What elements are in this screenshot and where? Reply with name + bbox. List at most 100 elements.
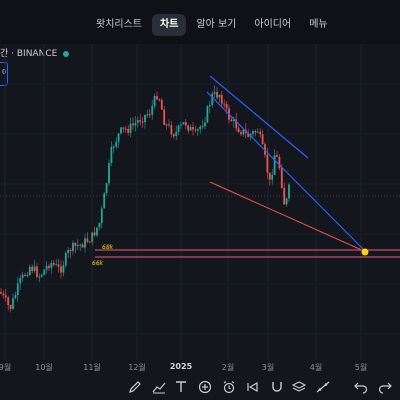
candle-body <box>81 244 84 248</box>
support-trendline <box>209 181 367 253</box>
candle-body <box>172 134 175 137</box>
chart-grid <box>0 44 400 360</box>
candle-body <box>285 198 288 205</box>
candle-body <box>134 122 137 126</box>
candle-body <box>88 241 91 243</box>
undo-icon[interactable] <box>352 378 370 396</box>
candle-body <box>139 120 142 122</box>
candle-body <box>72 242 74 252</box>
alarm-icon[interactable] <box>220 378 238 396</box>
candle-body <box>141 121 144 123</box>
candle-body <box>182 122 185 125</box>
candle-body <box>151 105 154 115</box>
tab-ideas[interactable]: 아이디어 <box>246 14 299 36</box>
annotation-upper: 68k <box>102 244 114 251</box>
candle-body <box>52 263 55 265</box>
candle-body <box>201 126 204 128</box>
candle-body <box>271 174 274 180</box>
time-axis-label: 11월 <box>83 363 101 372</box>
candle-body <box>158 99 161 101</box>
candle-body <box>86 238 89 242</box>
text-icon[interactable] <box>172 378 190 396</box>
candle-body <box>280 168 283 188</box>
layers-icon[interactable] <box>290 378 308 396</box>
plus-icon[interactable] <box>196 378 214 396</box>
candle-body <box>168 124 170 126</box>
tab-menu[interactable]: 메뉴 <box>301 14 335 36</box>
replay-icon[interactable] <box>244 378 262 396</box>
candle-body <box>283 187 286 205</box>
top-navigation-bar: 왓치리스트 차트 알아 보기 아이디어 메뉴 <box>0 0 400 44</box>
candle-body <box>48 265 50 268</box>
time-axis: 9월 10월 11월 12월 2025 2월 3월 4월 5월 <box>0 360 400 374</box>
candle-body <box>230 119 233 122</box>
candle-body <box>122 127 125 129</box>
candle-body <box>105 183 108 194</box>
tab-watchlist[interactable]: 왓치리스트 <box>88 14 150 36</box>
candle-body <box>19 277 22 284</box>
time-axis-label: 2월 <box>221 363 235 372</box>
magnet-icon[interactable] <box>268 378 286 396</box>
lines-icon[interactable] <box>314 378 332 396</box>
candle-body <box>216 91 218 98</box>
candle-body <box>206 106 209 123</box>
candle-body <box>93 232 96 236</box>
candle-body <box>31 266 34 271</box>
chart-drawings: 68k 66k <box>92 75 400 267</box>
pencil-icon[interactable] <box>126 378 144 396</box>
candle-body <box>160 100 163 110</box>
candle-body <box>252 131 254 135</box>
candle-body <box>254 131 257 133</box>
candle-body <box>242 129 245 135</box>
candle-body <box>38 276 41 278</box>
channel-lower-line <box>206 91 367 253</box>
candle-body <box>14 295 17 299</box>
candle-body <box>74 242 77 247</box>
candle-body <box>100 208 103 224</box>
candle-body <box>103 193 106 209</box>
candle-body <box>110 146 113 163</box>
time-axis-label: 2025 <box>169 362 193 371</box>
candle-body <box>192 127 194 130</box>
trend-icon[interactable] <box>150 378 168 396</box>
tab-bar: 왓치리스트 차트 알아 보기 아이디어 메뉴 <box>88 14 336 36</box>
candle-body <box>273 155 276 175</box>
candle-body <box>259 131 262 135</box>
redo-icon[interactable] <box>376 378 394 396</box>
candle-body <box>33 266 36 271</box>
candle-body <box>43 269 46 276</box>
drawing-toolbar <box>0 374 400 400</box>
candle-body <box>213 91 216 94</box>
tab-explore[interactable]: 알아 보기 <box>188 14 244 36</box>
candle-body <box>204 122 206 127</box>
candle-body <box>187 125 190 131</box>
candle-body <box>55 264 58 266</box>
candle-body <box>12 298 14 309</box>
time-axis-label: 4월 <box>309 363 323 372</box>
candle-body <box>276 155 278 157</box>
candle-body <box>288 184 290 199</box>
time-axis-label: 9월 <box>0 363 12 372</box>
candle-body <box>76 245 79 247</box>
candle-body <box>144 114 146 123</box>
candle-body <box>124 128 127 130</box>
price-chart[interactable]: 68k 66k <box>0 44 400 360</box>
candle-body <box>225 103 228 109</box>
candle-body <box>28 266 31 276</box>
candle-body <box>36 266 38 277</box>
candle-body <box>0 292 2 294</box>
candle-body <box>120 127 122 134</box>
candle-body <box>4 295 7 298</box>
candle-body <box>196 129 199 131</box>
tab-chart[interactable]: 차트 <box>152 14 187 36</box>
candle-body <box>148 114 151 116</box>
candle-body <box>175 131 178 137</box>
candle-body <box>218 95 221 98</box>
candle-body <box>256 131 259 133</box>
candle-body <box>177 125 180 132</box>
candle-body <box>153 96 156 106</box>
candle-body <box>163 109 166 125</box>
annotation-lower: 66k <box>92 260 104 267</box>
candle-body <box>50 263 53 268</box>
time-axis-label: 5월 <box>354 363 368 372</box>
